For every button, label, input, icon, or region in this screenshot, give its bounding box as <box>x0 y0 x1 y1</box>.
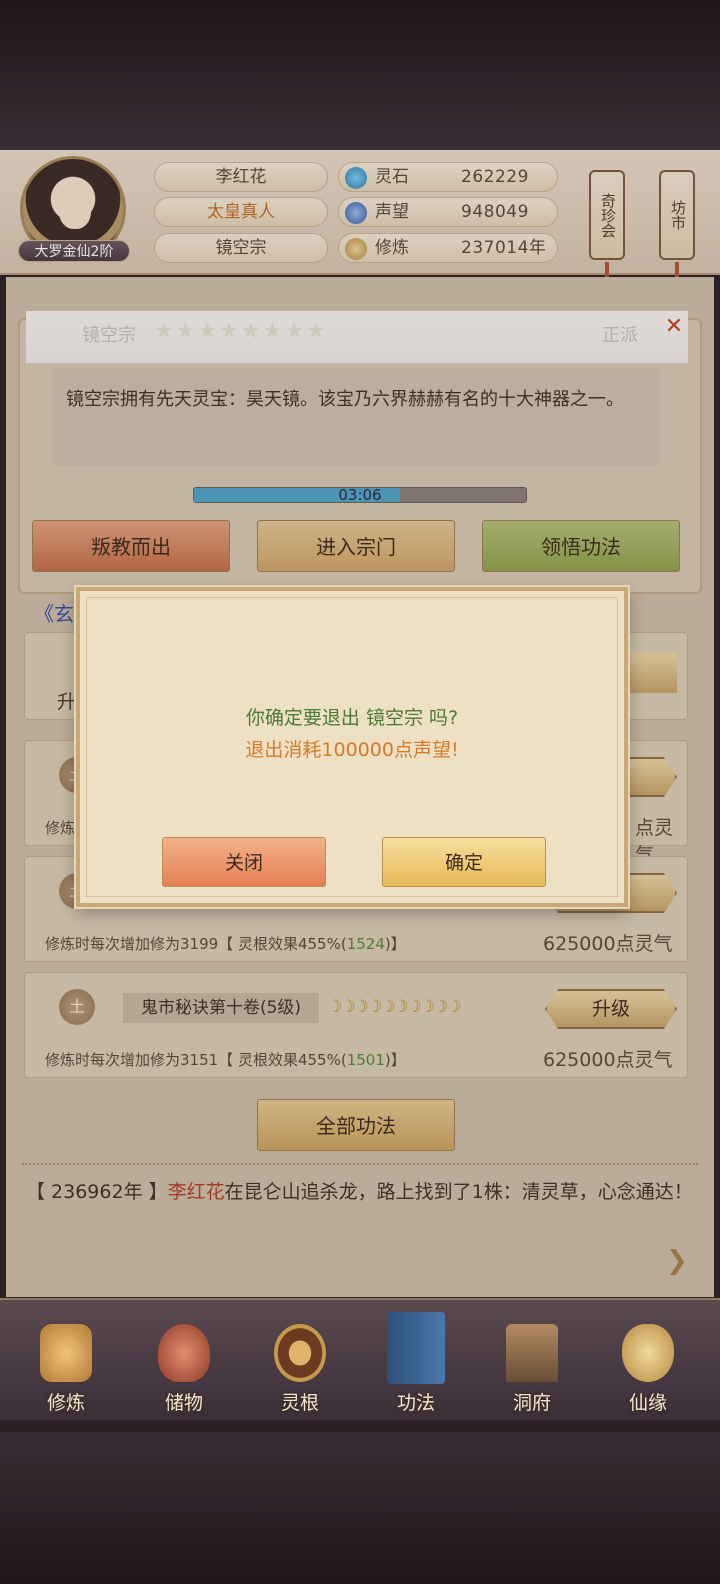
storage-bag-icon <box>158 1324 210 1382</box>
dialog-question: 你确定要退出 镜空宗 吗? <box>245 707 459 729</box>
confirm-button[interactable]: 确定 <box>382 837 546 887</box>
nav-cave[interactable]: 洞府 <box>482 1308 582 1418</box>
bottom-nav: 修炼 储物 灵根 功法 洞府 仙缘 <box>0 1298 720 1420</box>
nav-cultivation[interactable]: 修炼 <box>16 1308 116 1418</box>
cultivation-icon <box>40 1324 92 1382</box>
nav-fate[interactable]: 仙缘 <box>598 1308 698 1418</box>
top-letterbox <box>0 0 720 150</box>
nav-storage[interactable]: 储物 <box>134 1308 234 1418</box>
skill-book-icon <box>387 1312 445 1384</box>
nav-label: 洞府 <box>512 1392 551 1414</box>
nav-spirit-root[interactable]: 灵根 <box>250 1308 350 1418</box>
bottom-letterbox <box>0 1432 720 1584</box>
close-button[interactable]: 关闭 <box>162 837 326 887</box>
gourd-icon <box>622 1324 674 1382</box>
nav-skills[interactable]: 功法 <box>366 1308 466 1418</box>
confirm-dialog: 你确定要退出 镜空宗 吗? 退出消耗100000点声望! 关闭 确定 <box>76 587 628 907</box>
nav-label: 仙缘 <box>628 1392 667 1414</box>
nav-label: 功法 <box>396 1392 435 1414</box>
cave-dwelling-icon <box>506 1324 558 1382</box>
nav-label: 修炼 <box>46 1392 85 1414</box>
spirit-root-icon <box>274 1324 326 1382</box>
nav-label: 灵根 <box>280 1392 319 1414</box>
dialog-cost: 退出消耗100000点声望! <box>245 739 459 761</box>
nav-label: 储物 <box>164 1392 203 1414</box>
